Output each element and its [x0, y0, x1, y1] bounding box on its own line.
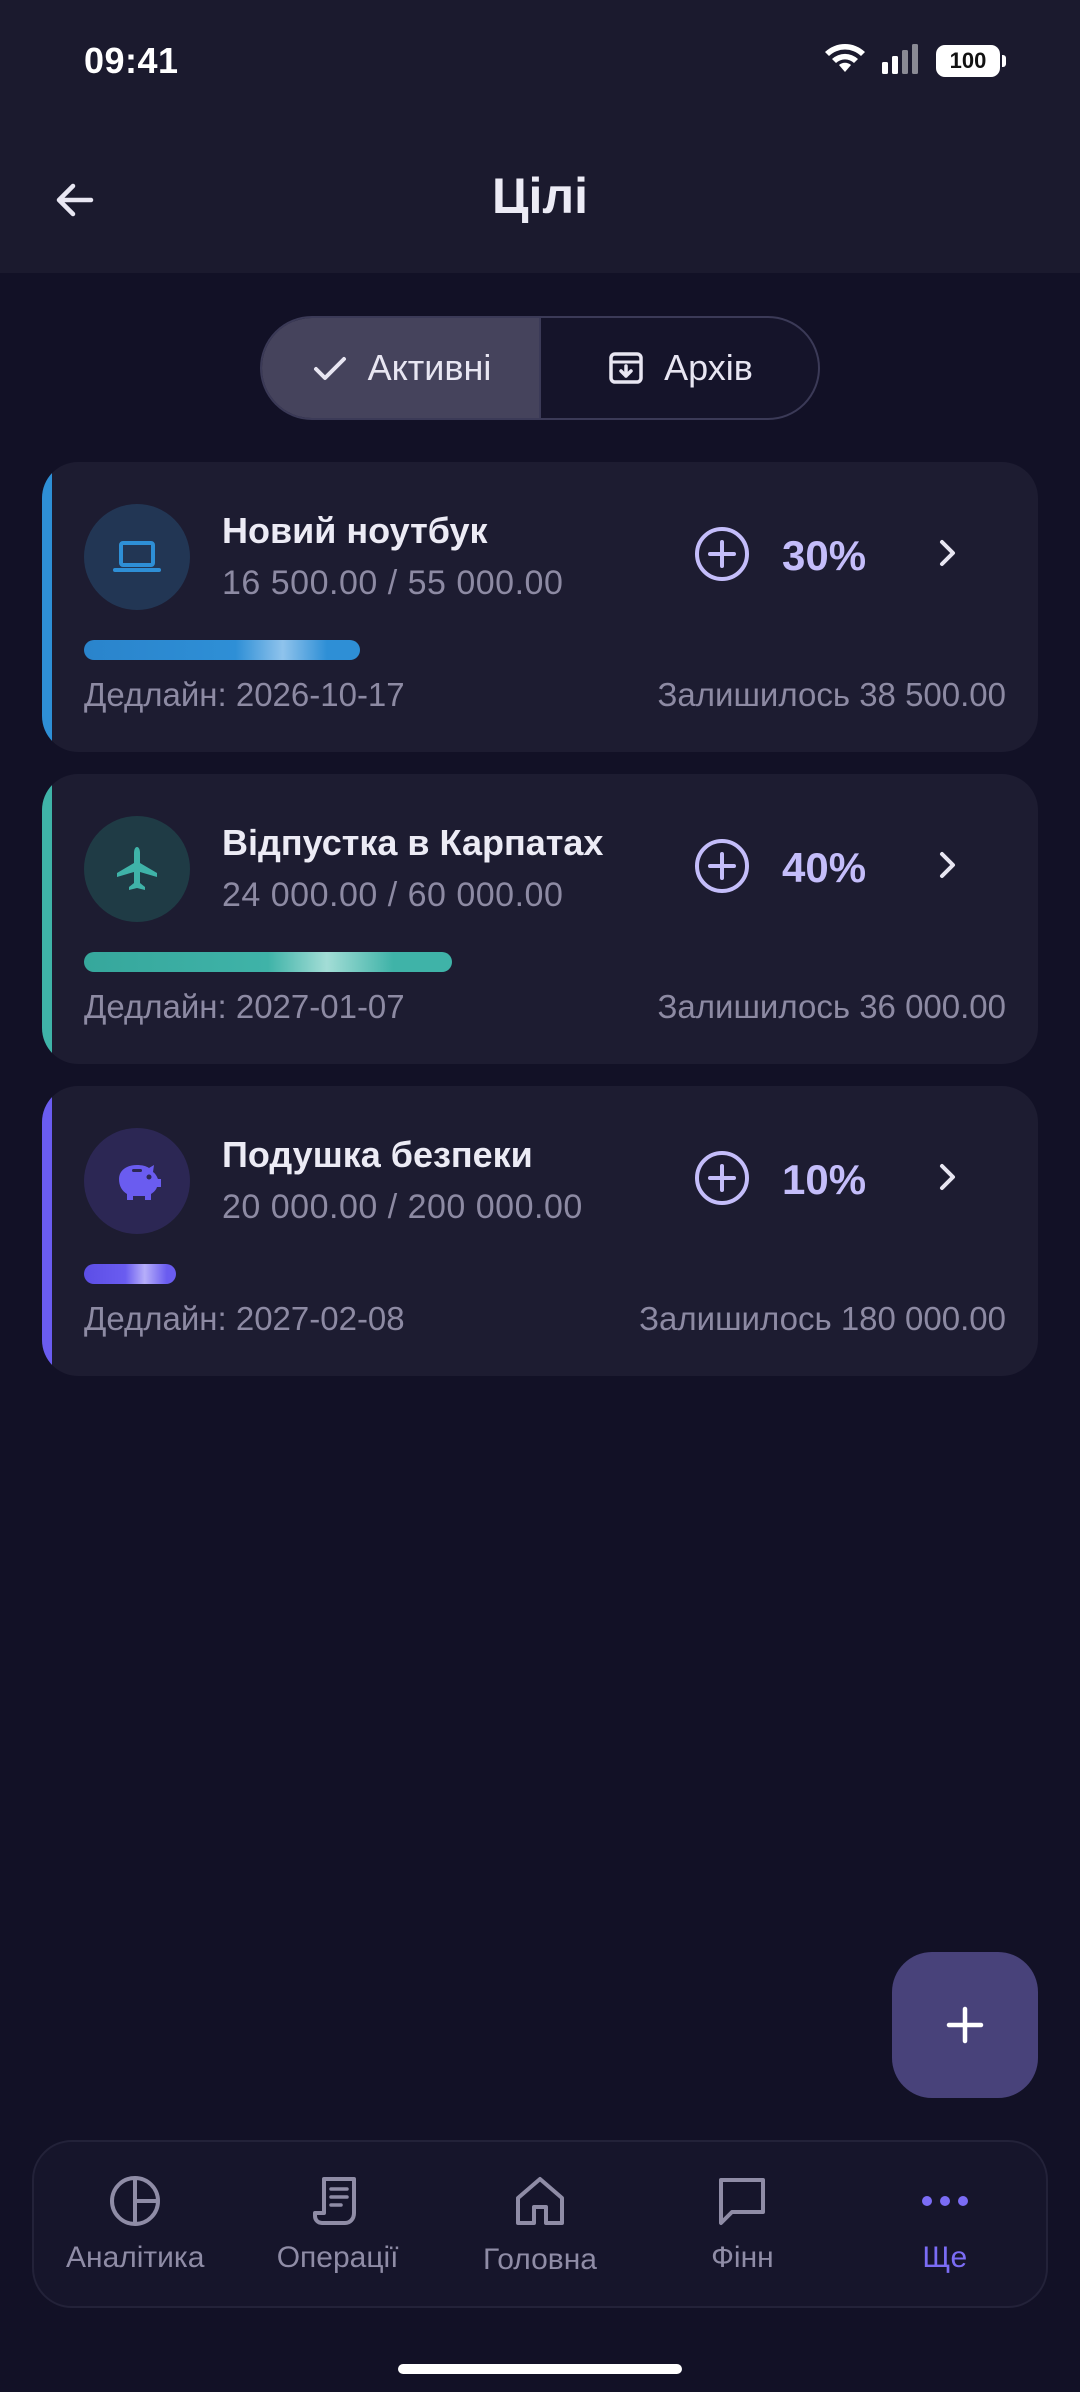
add-funds-button[interactable] [692, 836, 752, 896]
nav-label: Головна [483, 2243, 597, 2276]
nav-label: Фінн [711, 2241, 774, 2274]
airplane-icon [117, 847, 157, 890]
goal-amount: 16 500.00 / 55 000.00 [222, 564, 564, 602]
chevron-right-icon [940, 540, 955, 566]
goal-percent: 30% [782, 532, 867, 579]
status-bar: 09:41 100 [0, 0, 1080, 125]
goal-card[interactable]: Подушка безпеки 20 000.00 / 200 000.00 1… [42, 1086, 1038, 1376]
goal-accent-bar [42, 462, 52, 752]
tab-active[interactable]: Активні [262, 318, 541, 418]
open-goal-button[interactable] [922, 840, 972, 890]
goal-accent-bar [42, 1086, 52, 1376]
goal-remaining: Залишилось 36 000.00 [657, 988, 1006, 1025]
signal-icon [880, 42, 922, 79]
add-goal-button[interactable] [892, 1952, 1038, 2098]
receipt-icon [312, 2177, 356, 2225]
goal-name: Новий ноутбук [222, 510, 488, 551]
goal-progress-bar [84, 952, 452, 972]
goal-icon [84, 816, 190, 922]
archive-icon [609, 352, 643, 384]
more-dots-icon [921, 2196, 968, 2206]
goal-deadline: Дедлайн: 2027-02-08 [84, 1300, 405, 1337]
goal-amount: 20 000.00 / 200 000.00 [222, 1188, 583, 1226]
goal-icon [84, 504, 190, 610]
wifi-icon [824, 42, 866, 79]
goal-progress-bar [84, 640, 360, 660]
goal-name: Подушка безпеки [222, 1134, 533, 1175]
bottom-navigation: Аналітика Операції Головна Фінн Ще [32, 2140, 1048, 2308]
top-app-bar: Цілі [0, 125, 1080, 273]
goal-deadline: Дедлайн: 2026-10-17 [84, 676, 405, 713]
goal-deadline: Дедлайн: 2027-01-07 [84, 988, 405, 1025]
chat-icon [719, 2178, 766, 2225]
nav-label: Ще [922, 2241, 968, 2274]
tab-active-label: Активні [367, 347, 492, 388]
goal-name: Відпустка в Карпатах [222, 822, 604, 863]
pie-chart-icon [110, 2176, 161, 2226]
goal-percent: 10% [782, 1156, 867, 1203]
goal-percent: 40% [782, 844, 867, 891]
page-title: Цілі [491, 168, 589, 224]
check-icon [313, 357, 346, 380]
plus-circle-icon [695, 527, 749, 581]
nav-label: Аналітика [66, 2241, 205, 2274]
nav-label: Операції [276, 2241, 399, 2274]
status-icons: 100 [824, 42, 1006, 79]
goal-accent-bar [42, 774, 52, 1064]
goal-card[interactable]: Відпустка в Карпатах 24 000.00 / 60 000.… [42, 774, 1038, 1064]
plus-circle-icon [695, 839, 749, 893]
nav-item-operations[interactable]: Операції [236, 2142, 438, 2306]
plus-icon [946, 2006, 984, 2044]
open-goal-button[interactable] [922, 1152, 972, 1202]
open-goal-button[interactable] [922, 528, 972, 578]
nav-item-home[interactable]: Головна [439, 2142, 641, 2306]
nav-item-finn[interactable]: Фінн [641, 2142, 843, 2306]
tab-archive[interactable]: Архів [541, 318, 818, 418]
nav-item-analytics[interactable]: Аналітика [34, 2142, 236, 2306]
add-funds-button[interactable] [692, 1148, 752, 1208]
status-time: 09:41 [84, 40, 179, 81]
home-icon [516, 2177, 565, 2225]
goal-remaining: Залишилось 180 000.00 [639, 1300, 1006, 1337]
plus-circle-icon [695, 1151, 749, 1205]
battery-icon: 100 [936, 44, 1006, 77]
goal-icon [84, 1128, 190, 1234]
goals-screen: 09:41 100 Цілі Активні Архів Новий ноутб… [0, 0, 1080, 2392]
piggy-bank-icon [119, 1165, 161, 1200]
goal-filter-tabs: Активні Архів [260, 316, 820, 420]
laptop-icon [113, 541, 161, 572]
chevron-right-icon [940, 1164, 955, 1190]
goal-amount: 24 000.00 / 60 000.00 [222, 876, 564, 914]
home-indicator[interactable] [398, 2364, 682, 2374]
nav-item-more[interactable]: Ще [844, 2142, 1046, 2306]
goal-card[interactable]: Новий ноутбук 16 500.00 / 55 000.00 30% … [42, 462, 1038, 752]
tab-archive-label: Архів [664, 347, 753, 388]
goal-progress-bar [84, 1264, 176, 1284]
chevron-right-icon [940, 852, 955, 878]
goal-remaining: Залишилось 38 500.00 [657, 676, 1006, 713]
add-funds-button[interactable] [692, 524, 752, 584]
